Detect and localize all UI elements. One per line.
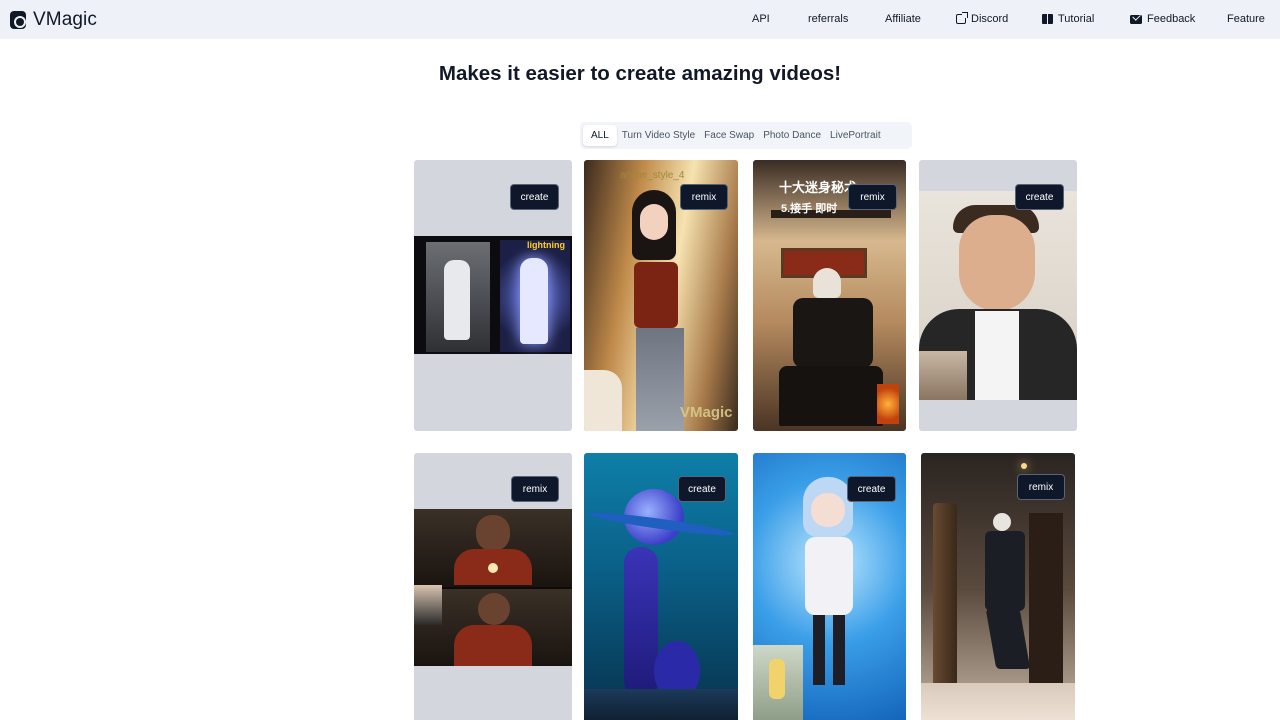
- mail-icon: [1130, 14, 1142, 24]
- tab-face-swap[interactable]: Face Swap: [700, 125, 758, 146]
- remix-button[interactable]: remix: [511, 476, 559, 502]
- book-icon: [1042, 14, 1053, 24]
- template-card[interactable]: anime_style_4 VMagic remix: [584, 160, 738, 431]
- nav-api[interactable]: API: [752, 13, 770, 25]
- page-title: Makes it easier to create amazing videos…: [438, 62, 842, 85]
- template-card[interactable]: remix: [414, 453, 572, 720]
- nav-feedback[interactable]: Feedback: [1130, 13, 1195, 25]
- create-button[interactable]: create: [1015, 184, 1064, 210]
- create-button[interactable]: create: [510, 184, 559, 210]
- nav-tutorial-label: Tutorial: [1058, 13, 1095, 25]
- card-overlay-subtext: 5.接手 即时: [781, 203, 838, 215]
- nav-feature[interactable]: Feature: [1227, 13, 1265, 25]
- card-thumbnail: [919, 191, 1077, 400]
- remix-button[interactable]: remix: [680, 184, 728, 210]
- card-overlay-text: lightning: [527, 240, 565, 250]
- nav-discord[interactable]: Discord: [956, 12, 1009, 25]
- brand-name: VMagic: [33, 9, 97, 30]
- external-link-icon: [956, 12, 968, 24]
- vmagic-logo-icon: [10, 11, 26, 29]
- vmagic-watermark: VMagic: [680, 404, 733, 421]
- create-button[interactable]: create: [847, 476, 896, 502]
- tab-turn-video-style[interactable]: Turn Video Style: [618, 125, 699, 146]
- tab-liveportrait[interactable]: LivePortrait: [826, 125, 885, 146]
- nav-referrals[interactable]: referrals: [808, 13, 848, 25]
- template-card[interactable]: lightning create: [414, 160, 572, 431]
- template-card[interactable]: create: [584, 453, 738, 720]
- category-tabs: ALL Turn Video Style Face Swap Photo Dan…: [580, 122, 912, 149]
- create-button[interactable]: create: [678, 476, 726, 502]
- template-card[interactable]: 十大迷身秘术 5.接手 即时 remix: [753, 160, 906, 431]
- nav-api-label: API: [752, 13, 770, 25]
- nav-tutorial[interactable]: Tutorial: [1042, 13, 1094, 25]
- tab-all[interactable]: ALL: [583, 125, 617, 146]
- nav-feature-label: Feature: [1227, 13, 1265, 25]
- brand[interactable]: VMagic: [10, 9, 97, 31]
- remix-button[interactable]: remix: [1017, 474, 1065, 500]
- top-navbar: VMagic API referrals Affiliate Discord T…: [0, 0, 1280, 39]
- nav-affiliate[interactable]: Affiliate: [885, 13, 921, 25]
- nav-referrals-label: referrals: [808, 13, 849, 25]
- card-overlay-text: anime_style_4: [620, 170, 685, 181]
- template-card[interactable]: create: [919, 160, 1077, 431]
- nav-affiliate-label: Affiliate: [885, 13, 921, 25]
- remix-button[interactable]: remix: [848, 184, 897, 210]
- template-card[interactable]: remix: [921, 453, 1075, 720]
- card-thumbnail: [414, 236, 572, 354]
- nav-discord-label: Discord: [971, 13, 1009, 25]
- nav-feedback-label: Feedback: [1147, 13, 1196, 25]
- template-card[interactable]: create: [753, 453, 906, 720]
- card-overlay-text: 十大迷身秘术: [779, 180, 858, 195]
- card-thumbnail: [414, 509, 572, 666]
- tab-photo-dance[interactable]: Photo Dance: [759, 125, 825, 146]
